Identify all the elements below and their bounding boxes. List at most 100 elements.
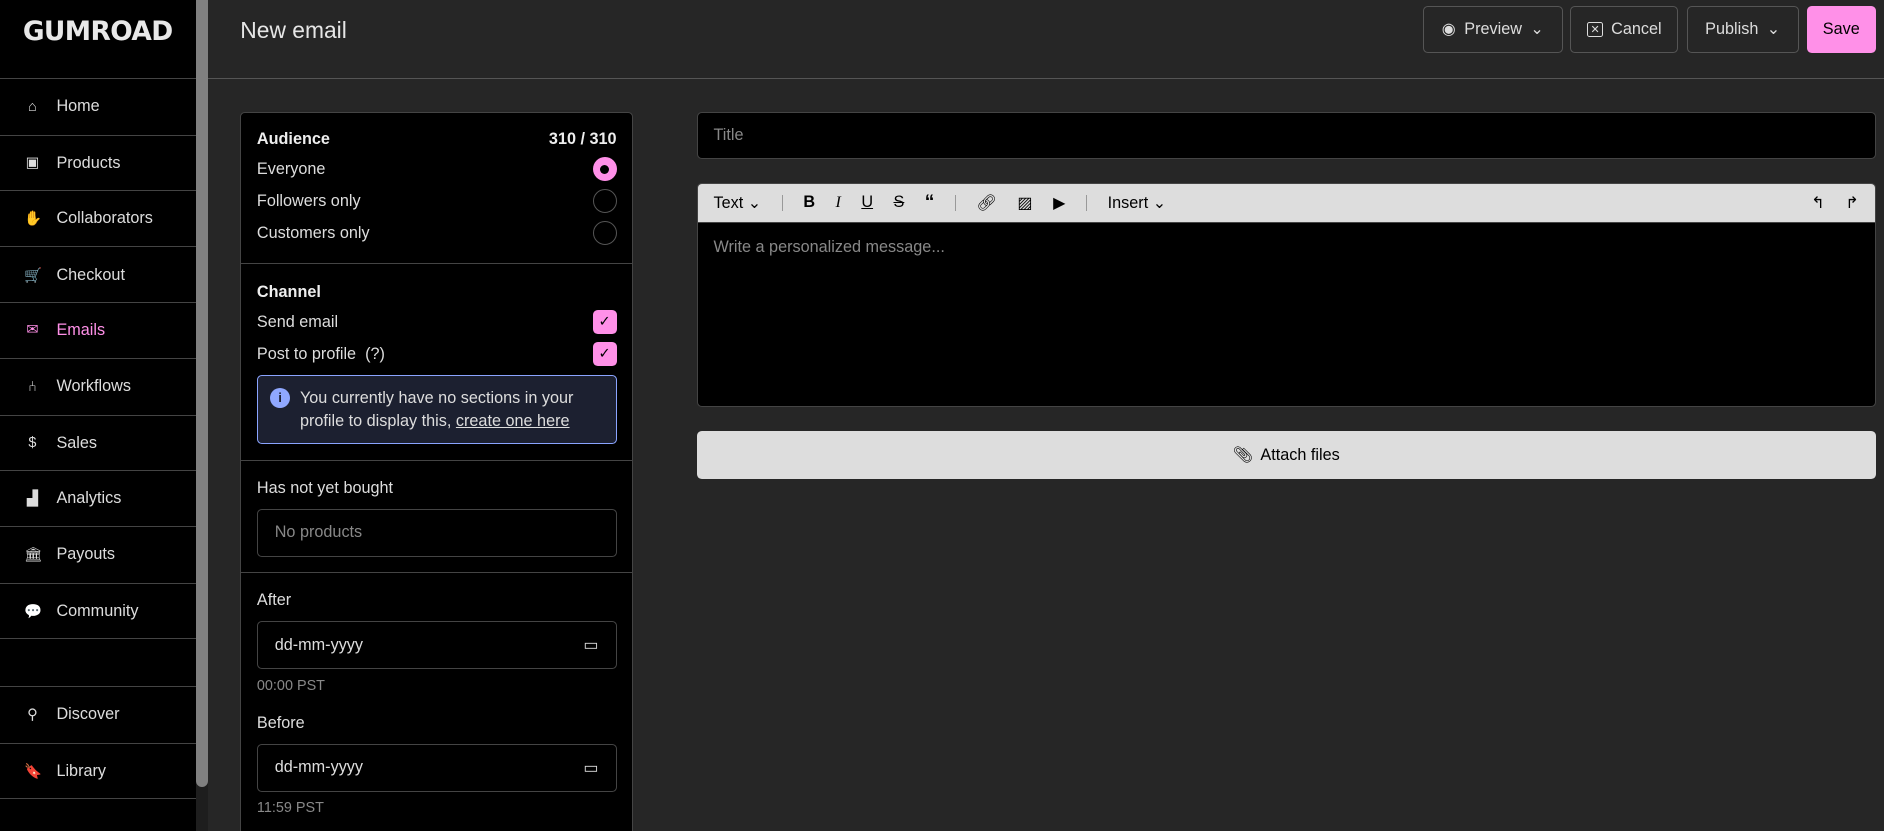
audience-option-customers[interactable]: Customers only xyxy=(257,217,617,249)
divider xyxy=(954,194,956,212)
sidebar-item-checkout[interactable]: 🛒 Checkout xyxy=(0,246,196,302)
preview-label: Preview xyxy=(1464,19,1522,38)
italic-icon[interactable]: I xyxy=(836,193,841,212)
before-date-value: dd-mm-yyyy xyxy=(274,758,364,777)
before-label: Before xyxy=(256,714,305,733)
redo-icon[interactable]: ↱ xyxy=(1845,193,1859,213)
text-menu-label: Text xyxy=(713,193,744,212)
radio-selected[interactable] xyxy=(592,157,617,182)
post-to-profile-option[interactable]: Post to profile (?) ✓ xyxy=(257,338,617,370)
sidebar-item-community[interactable]: 💬 Community xyxy=(0,582,196,639)
sidebar: GUMROAD ⌂ Home ▣ Products ✋ Collaborators 🛒 Che… xyxy=(0,0,196,831)
image-icon[interactable]: ▨ xyxy=(1017,193,1032,213)
publish-label: Publish xyxy=(1705,19,1759,38)
underline-icon[interactable]: U xyxy=(861,193,873,212)
post-to-profile-checkbox[interactable]: ✓ xyxy=(592,342,617,367)
info-icon: i xyxy=(269,387,291,409)
message-placeholder: Write a personalized message... xyxy=(713,237,945,256)
attach-label: Attach files xyxy=(1260,445,1340,464)
after-label: After xyxy=(256,591,292,610)
after-time: 00:00 PST xyxy=(256,677,325,694)
save-button[interactable]: Save xyxy=(1807,6,1876,53)
message-editor[interactable]: Text ⌄ B I U S “ 🔗︎ ▨ ▶ Insert ⌄ ↰ ↱ Wri… xyxy=(696,182,1876,408)
sidebar-item-collaborators[interactable]: ✋ Collaborators xyxy=(0,189,196,246)
title-placeholder: Title xyxy=(713,125,744,144)
sidebar-item-sales[interactable]: $ Sales xyxy=(0,414,196,471)
sidebar-item-label: Community xyxy=(56,601,139,620)
sidebar-item-label: Discover xyxy=(56,705,120,724)
sidebar-scrollbar-thumb[interactable] xyxy=(195,0,208,787)
after-date-input[interactable]: dd-mm-yyyy ▭ xyxy=(256,621,617,670)
publish-button[interactable]: Publish ⌄ xyxy=(1686,6,1799,53)
audience-option-followers[interactable]: Followers only xyxy=(257,185,617,217)
create-section-link[interactable]: create one here xyxy=(456,412,570,430)
cancel-button[interactable]: ✕ Cancel xyxy=(1570,6,1679,53)
close-box-icon: ✕ xyxy=(1587,21,1603,38)
quote-icon[interactable]: “ xyxy=(925,192,935,214)
cart-icon: 🛒 xyxy=(24,267,42,284)
eye-icon: ◉ xyxy=(1441,20,1456,39)
archive-icon: ▣ xyxy=(25,155,40,172)
preview-button[interactable]: ◉ Preview ⌄ xyxy=(1422,6,1564,53)
help-icon[interactable]: (?) xyxy=(365,345,385,363)
post-to-profile-label: Post to profile xyxy=(256,344,357,363)
after-date-value: dd-mm-yyyy xyxy=(274,635,364,654)
divider xyxy=(0,797,196,799)
bar-chart-icon: ▟ xyxy=(26,490,38,507)
sidebar-item-label: Analytics xyxy=(56,489,122,508)
attach-files-button[interactable]: 📎︎ Attach files xyxy=(696,431,1876,480)
option-label: Customers only xyxy=(256,223,370,242)
sidebar-item-products[interactable]: ▣ Products xyxy=(0,134,196,191)
text-style-dropdown[interactable]: Text ⌄ xyxy=(713,193,761,213)
send-email-checkbox[interactable]: ✓ xyxy=(592,310,617,335)
calendar-icon[interactable]: ▭ xyxy=(583,758,598,778)
sidebar-item-label: Sales xyxy=(56,433,98,452)
bookmark-icon: 🔖 xyxy=(24,763,42,780)
title-input[interactable]: Title xyxy=(696,111,1876,159)
calendar-icon[interactable]: ▭ xyxy=(583,635,598,655)
sidebar-item-label: Emails xyxy=(56,320,106,339)
sidebar-item-label: Home xyxy=(56,97,100,116)
sidebar-item-payouts[interactable]: 🏛 Payouts xyxy=(0,526,196,582)
audience-panel: Audience 310 / 310 Everyone Followers onl… xyxy=(240,111,634,831)
sidebar-item-workflows[interactable]: ⑃ Workflows xyxy=(0,358,196,414)
chevron-down-icon: ⌄ xyxy=(1152,193,1167,212)
before-date-input[interactable]: dd-mm-yyyy ▭ xyxy=(256,743,617,792)
divider xyxy=(781,194,783,212)
gumroad-logo[interactable]: GUMROAD xyxy=(23,16,173,47)
search-icon: ⚲ xyxy=(27,706,38,723)
sidebar-item-emails[interactable]: ✉ Emails xyxy=(0,301,196,358)
sidebar-item-label: Checkout xyxy=(56,265,125,284)
page-title: New email xyxy=(240,16,347,43)
send-email-option[interactable]: Send email ✓ xyxy=(257,306,617,338)
audience-option-everyone[interactable]: Everyone xyxy=(257,154,617,186)
bold-icon[interactable]: B xyxy=(803,193,815,212)
sidebar-item-label: Payouts xyxy=(56,545,116,564)
not-bought-label: Has not yet bought xyxy=(256,478,394,497)
undo-icon[interactable]: ↰ xyxy=(1811,193,1825,213)
sidebar-item-label: Collaborators xyxy=(56,209,153,228)
paperclip-icon: 📎︎ xyxy=(1232,446,1254,465)
sidebar-item-label: Workflows xyxy=(56,377,131,396)
not-bought-select[interactable]: No products xyxy=(256,508,617,557)
chevron-down-icon: ⌄ xyxy=(747,193,762,212)
chevron-down-icon: ⌄ xyxy=(1766,20,1781,39)
video-icon[interactable]: ▶ xyxy=(1053,193,1065,213)
workflow-icon: ⑃ xyxy=(28,378,37,395)
envelope-icon: ✉ xyxy=(26,322,39,339)
bank-icon: 🏛 xyxy=(24,547,43,564)
sidebar-item-discover[interactable]: ⚲ Discover xyxy=(0,686,196,742)
strikethrough-icon[interactable]: S xyxy=(893,193,904,212)
insert-dropdown[interactable]: Insert ⌄ xyxy=(1108,193,1167,213)
chat-icon: 💬 xyxy=(24,603,42,620)
sidebar-item-analytics[interactable]: ▟ Analytics xyxy=(0,469,196,526)
sidebar-item-home[interactable]: ⌂ Home xyxy=(0,78,196,134)
handshake-icon: ✋ xyxy=(24,211,42,228)
link-icon[interactable]: 🔗︎ xyxy=(976,193,997,213)
radio[interactable] xyxy=(592,189,617,214)
not-bought-placeholder: No products xyxy=(274,523,363,542)
channel-heading: Channel xyxy=(256,282,321,301)
divider xyxy=(0,637,196,639)
sidebar-item-library[interactable]: 🔖 Library xyxy=(0,742,196,799)
radio[interactable] xyxy=(592,221,617,246)
